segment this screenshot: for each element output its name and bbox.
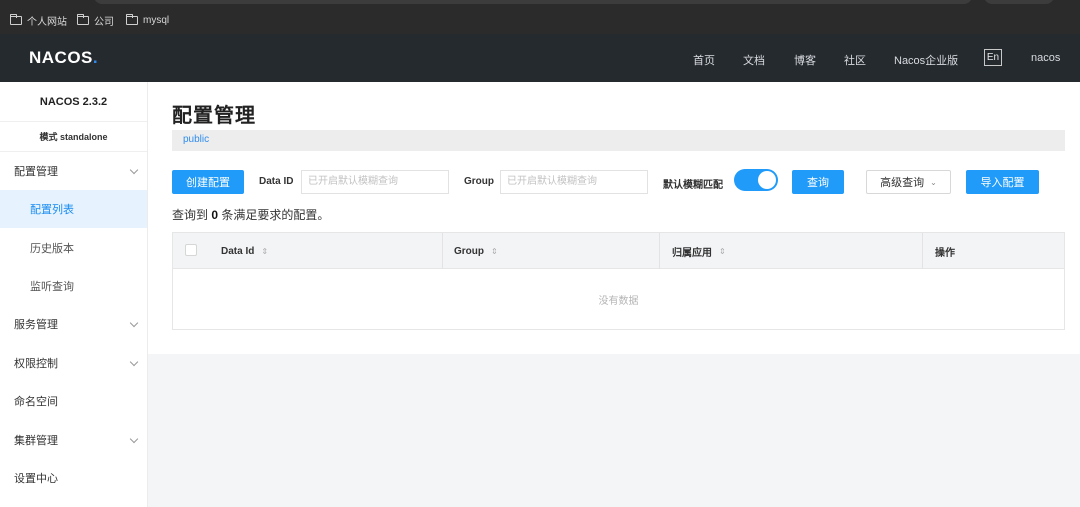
bookmark-personal-site[interactable]: 个人网站: [9, 13, 67, 28]
bookmark-label: 公司: [94, 16, 114, 28]
column-header-app[interactable]: 归属应用 ⇕: [672, 233, 726, 269]
sidebar-item-namespace[interactable]: 命名空间: [0, 382, 147, 420]
sidebar-item-label: 服务管理: [14, 319, 58, 331]
folder-icon: [9, 13, 22, 25]
sidebar: NACOS 2.3.2 模式 standalone 配置管理 配置列表 历史版本…: [0, 82, 148, 507]
nav-enterprise[interactable]: Nacos企业版: [894, 52, 958, 68]
import-config-button[interactable]: 导入配置: [966, 170, 1039, 194]
sidebar-item-label: 监听查询: [30, 281, 74, 293]
main-content: 配置管理 public 创建配置 Data ID 已开启默认模糊查询 Group…: [148, 82, 1080, 354]
user-name[interactable]: nacos: [1031, 52, 1060, 64]
sidebar-item-listener-query[interactable]: 监听查询: [0, 267, 147, 305]
fuzzy-match-toggle[interactable]: [734, 169, 778, 191]
sidebar-item-label: 配置列表: [30, 204, 74, 216]
column-label: Group: [454, 245, 484, 257]
namespace-bar: public: [172, 130, 1065, 151]
sort-icon[interactable]: ⇕: [491, 247, 498, 256]
sidebar-item-service-management[interactable]: 服务管理: [0, 305, 147, 343]
toggle-knob: [758, 171, 776, 189]
sidebar-item-label: 历史版本: [30, 243, 74, 255]
nacos-logo[interactable]: NACOS.: [29, 48, 98, 68]
nav-blog[interactable]: 博客: [794, 52, 816, 68]
logo-text: NACOS: [29, 48, 93, 67]
browser-button-edge: [984, 0, 1054, 4]
result-summary: 查询到 0 条满足要求的配置。: [172, 206, 329, 223]
config-table: Data Id ⇕ Group ⇕ 归属应用 ⇕ 操作 没有数据: [172, 232, 1065, 330]
sidebar-item-settings[interactable]: 设置中心: [0, 459, 147, 497]
advanced-search-button[interactable]: 高级查询 ⌄: [866, 170, 951, 194]
group-label: Group: [464, 176, 494, 187]
nav-docs[interactable]: 文档: [743, 52, 765, 68]
sidebar-item-access-control[interactable]: 权限控制: [0, 344, 147, 382]
chevron-down-icon: [129, 165, 139, 175]
top-header: NACOS. 首页 文档 博客 社区 Nacos企业版 En nacos: [0, 34, 1080, 82]
bookmark-mysql[interactable]: mysql: [125, 13, 170, 27]
column-divider: [442, 233, 443, 269]
sort-icon[interactable]: ⇕: [261, 247, 268, 256]
column-label: 操作: [935, 247, 955, 259]
column-header-data-id[interactable]: Data Id ⇕: [221, 233, 268, 269]
folder-icon: [125, 13, 138, 25]
bookmarks-bar: 个人网站 公司 mysql: [0, 0, 1080, 34]
column-label: Data Id: [221, 245, 255, 257]
select-all-checkbox[interactable]: [185, 244, 197, 256]
sidebar-item-cluster-management[interactable]: 集群管理: [0, 421, 147, 459]
fuzzy-match-label: 默认模糊匹配: [663, 180, 723, 191]
table-empty-state: 没有数据: [598, 295, 639, 307]
chevron-down-icon: ⌄: [930, 177, 937, 187]
logo-dot: .: [92, 48, 99, 67]
sidebar-item-label: 设置中心: [14, 473, 58, 485]
chevron-down-icon: [129, 434, 139, 444]
data-id-input[interactable]: 已开启默认模糊查询: [301, 170, 449, 194]
bookmark-company[interactable]: 公司: [76, 13, 114, 28]
page-title: 配置管理: [172, 105, 256, 127]
bookmark-label: 个人网站: [27, 16, 67, 28]
folder-icon: [76, 13, 89, 25]
column-label: 归属应用: [672, 247, 712, 259]
column-divider: [922, 233, 923, 269]
bookmark-label: mysql: [143, 14, 170, 26]
create-config-button[interactable]: 创建配置: [172, 170, 244, 194]
sidebar-item-config-list[interactable]: 配置列表: [0, 190, 147, 228]
language-toggle-button[interactable]: En: [984, 49, 1002, 66]
result-prefix: 查询到: [172, 208, 209, 222]
chevron-down-icon: [129, 318, 139, 328]
nav-home[interactable]: 首页: [693, 52, 715, 68]
nav-community[interactable]: 社区: [844, 52, 866, 68]
sidebar-item-label: 命名空间: [14, 396, 58, 408]
chevron-down-icon: [129, 357, 139, 367]
sidebar-item-history[interactable]: 历史版本: [0, 229, 147, 267]
version-label: NACOS 2.3.2: [0, 82, 147, 122]
namespace-tab-public[interactable]: public: [183, 134, 209, 145]
mode-label: 模式 standalone: [0, 122, 147, 152]
advanced-search-label: 高级查询: [880, 177, 925, 189]
group-input[interactable]: 已开启默认模糊查询: [500, 170, 648, 194]
column-header-group[interactable]: Group ⇕: [454, 233, 498, 269]
result-suffix: 条满足要求的配置。: [221, 208, 330, 222]
sidebar-item-label: 配置管理: [14, 166, 58, 178]
result-count: 0: [211, 208, 219, 222]
sidebar-item-label: 权限控制: [14, 358, 58, 370]
column-divider: [659, 233, 660, 269]
sidebar-item-config-management[interactable]: 配置管理: [0, 152, 147, 190]
table-header: Data Id ⇕ Group ⇕ 归属应用 ⇕ 操作: [173, 233, 1064, 269]
data-id-label: Data ID: [259, 176, 294, 187]
search-button[interactable]: 查询: [792, 170, 844, 194]
address-bar-edge: [94, 0, 972, 4]
column-header-actions: 操作: [935, 233, 955, 269]
sort-icon[interactable]: ⇕: [719, 247, 726, 256]
sidebar-item-label: 集群管理: [14, 435, 58, 447]
